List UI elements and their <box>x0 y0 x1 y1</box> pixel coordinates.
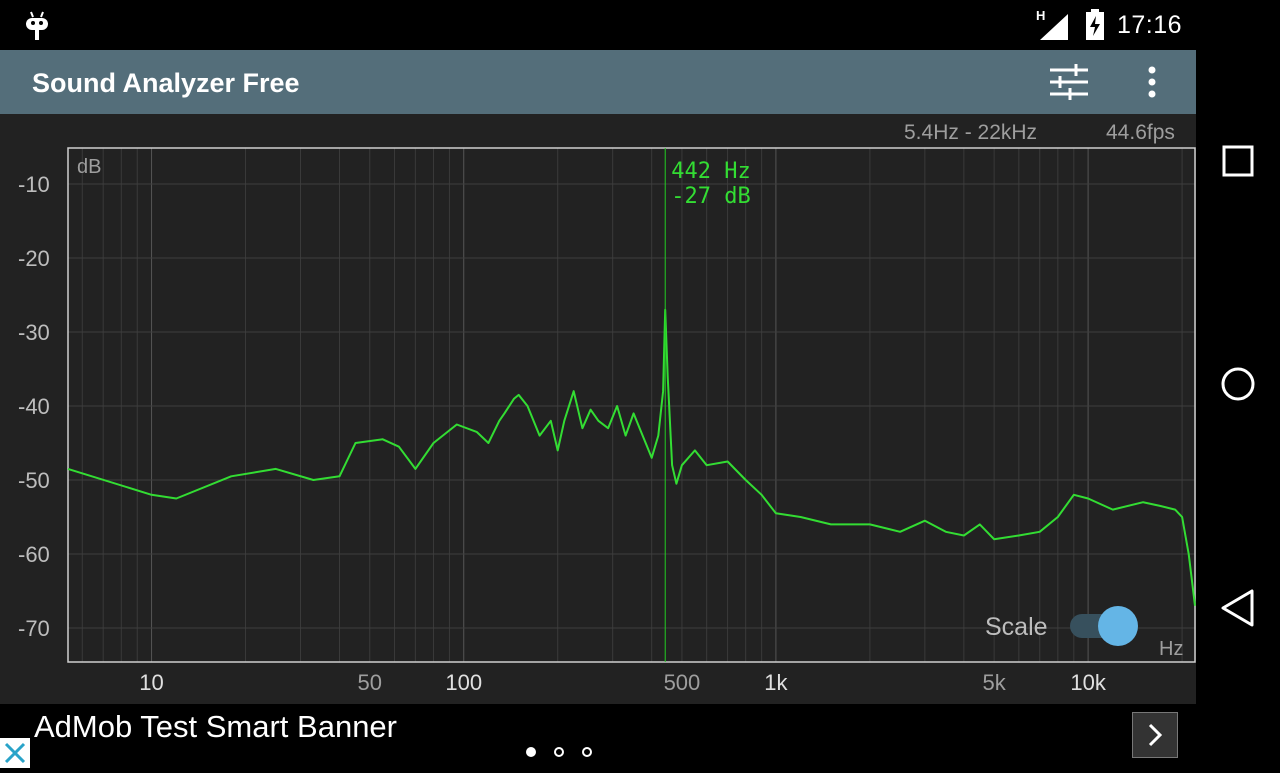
y-tick-label: -70 <box>18 616 50 641</box>
y-axis-unit: dB <box>77 156 101 178</box>
app-title: Sound Analyzer Free <box>32 68 300 98</box>
x-tick-label: 10k <box>1070 670 1106 695</box>
y-tick-label: -10 <box>18 172 50 197</box>
ad-page-indicator <box>526 747 606 761</box>
peak-db-label: -27 dB <box>671 184 750 209</box>
y-tick-label: -20 <box>18 246 50 271</box>
spectrum-trace <box>67 308 1196 606</box>
close-icon <box>4 742 26 764</box>
status-clock: 17:16 <box>1117 11 1183 39</box>
home-icon[interactable] <box>1220 366 1256 402</box>
ad-banner-text[interactable]: AdMob Test Smart Banner <box>34 709 397 745</box>
y-tick-label: -50 <box>18 468 50 493</box>
x-axis-unit: Hz <box>1159 638 1183 660</box>
x-tick-label: 10 <box>139 670 163 695</box>
ad-close-button[interactable] <box>0 738 30 768</box>
peak-frequency-label: 442 Hz <box>671 159 750 184</box>
scale-label: Scale <box>985 613 1048 641</box>
x-tick-label: 1k <box>764 670 788 695</box>
y-tick-label: -40 <box>18 394 50 419</box>
recents-icon[interactable] <box>1222 145 1256 179</box>
y-tick-label: -60 <box>18 542 50 567</box>
status-bar <box>0 0 1196 50</box>
x-tick-label: 100 <box>445 670 482 695</box>
y-tick-label: -30 <box>18 320 50 345</box>
ad-open-button[interactable] <box>1132 712 1178 758</box>
battery-charging-icon <box>1086 9 1104 40</box>
x-tick-label: 50 <box>358 670 382 695</box>
back-icon[interactable] <box>1220 588 1256 628</box>
chevron-right-icon <box>1148 723 1163 747</box>
scale-toggle-thumb[interactable] <box>1098 606 1138 646</box>
x-tick-label: 500 <box>664 670 701 695</box>
scale-toggle[interactable] <box>1068 606 1140 646</box>
page-dot <box>554 747 564 757</box>
tune-icon <box>1050 64 1088 100</box>
plot-frame <box>67 147 1196 663</box>
page-dot <box>526 747 536 757</box>
overflow-menu-button[interactable] <box>1138 62 1166 102</box>
more-vert-icon <box>1148 66 1156 98</box>
android-debug-icon <box>26 11 48 40</box>
x-tick-label: 5k <box>982 670 1006 695</box>
page-dot <box>582 747 592 757</box>
signal-icon <box>1040 14 1068 40</box>
equalizer-settings-button[interactable] <box>1046 62 1092 102</box>
